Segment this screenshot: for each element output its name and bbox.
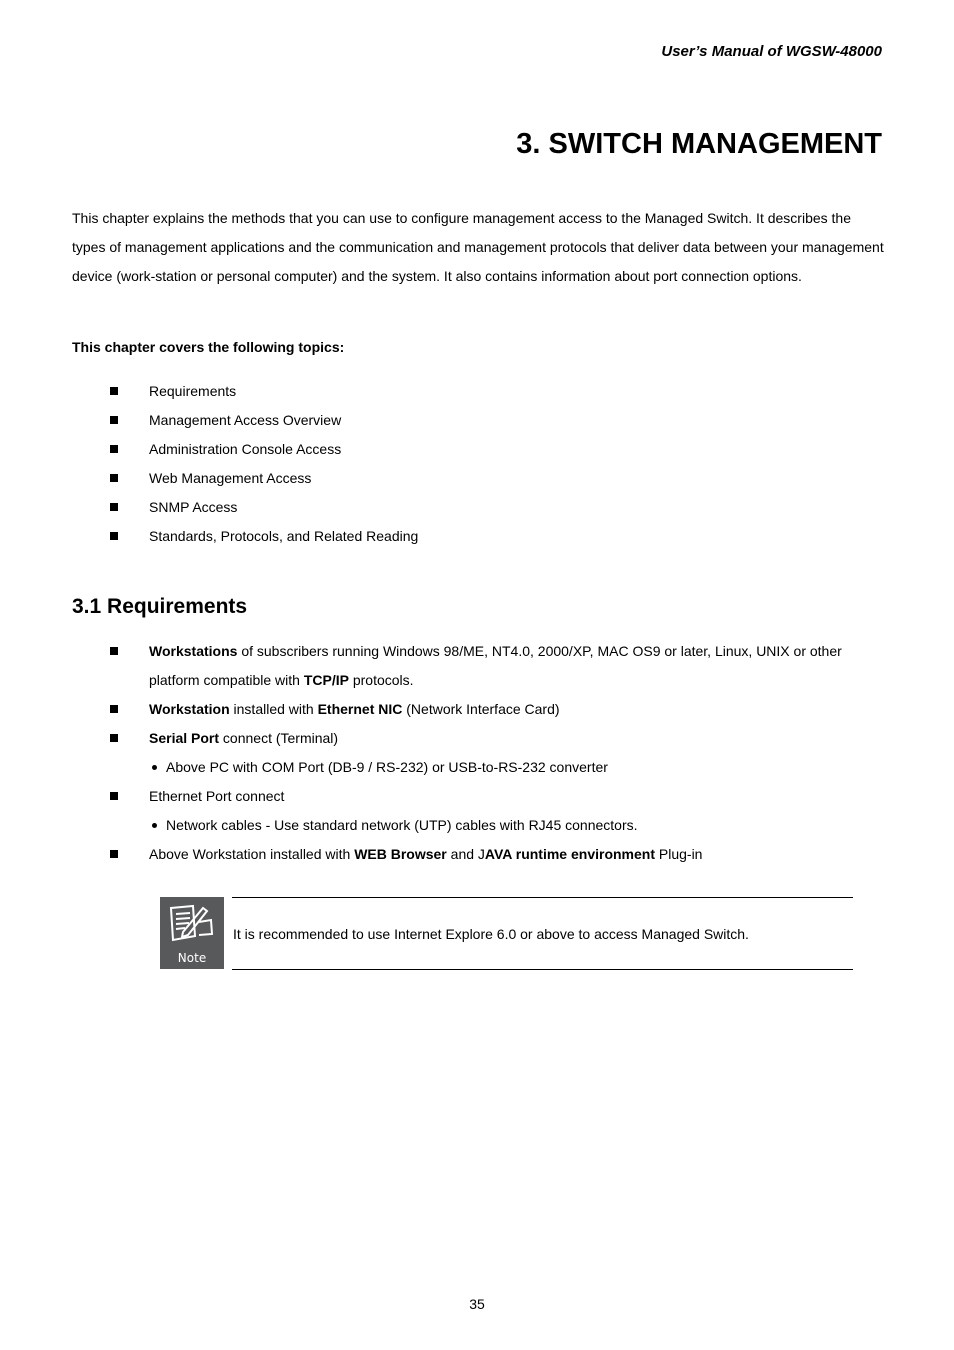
list-item: SNMP Access [110, 493, 880, 522]
topic-label: Web Management Access [149, 470, 312, 486]
square-bullet-icon [110, 416, 118, 424]
text: connect (Terminal) [219, 730, 339, 746]
text: Above Workstation installed with [149, 846, 355, 862]
text: installed with [229, 701, 318, 717]
divider [232, 969, 853, 970]
list-item: Workstations of subscribers running Wind… [110, 637, 880, 695]
running-header: User’s Manual of WGSW-48000 [661, 43, 882, 60]
list-item: Management Access Overview [110, 406, 880, 435]
notepad-pen-icon [169, 904, 214, 942]
topic-label: Standards, Protocols, and Related Readin… [149, 528, 419, 544]
text: Plug-in [655, 846, 703, 862]
list-item: Standards, Protocols, and Related Readin… [110, 522, 880, 551]
bullet-dot-icon [152, 765, 157, 770]
list-item: Serial Port connect (Terminal) Above PC … [110, 724, 880, 782]
bullet-dot-icon [152, 823, 157, 828]
sub-list-item: Network cables - Use standard network (U… [149, 811, 880, 840]
bold-term: Workstation [149, 701, 230, 717]
square-bullet-icon [110, 532, 118, 540]
square-bullet-icon [110, 850, 118, 858]
square-bullet-icon [110, 474, 118, 482]
text: Ethernet Port connect [149, 788, 285, 804]
list-item: Administration Console Access [110, 435, 880, 464]
topic-label: Administration Console Access [149, 441, 342, 457]
text: protocols. [348, 672, 414, 688]
topic-label: Management Access Overview [149, 412, 342, 428]
square-bullet-icon [110, 792, 118, 800]
bold-term: TCP/IP [303, 672, 349, 688]
section-title: 3.1 Requirements [72, 595, 248, 618]
text: and J [446, 846, 485, 862]
bold-term: Workstations [149, 643, 238, 659]
list-item: Above Workstation installed with WEB Bro… [110, 840, 880, 869]
square-bullet-icon [110, 734, 118, 742]
note-label: Note [177, 951, 207, 965]
text: Network cables - Use standard network (U… [166, 817, 638, 833]
note-box: Note It is recommended to use Internet E… [160, 897, 853, 970]
square-bullet-icon [110, 705, 118, 713]
note-icon: Note [160, 897, 224, 969]
list-item: Requirements [110, 377, 880, 406]
text: Above PC with COM Port (DB-9 / RS-232) o… [166, 759, 608, 775]
sub-list: Network cables - Use standard network (U… [149, 811, 880, 840]
note-text: It is recommended to use Internet Explor… [233, 926, 749, 942]
list-item: Workstation installed with Ethernet NIC … [110, 695, 880, 724]
chapter-intro: This chapter explains the methods that y… [72, 210, 884, 284]
list-item: Ethernet Port connect Network cables - U… [110, 782, 880, 840]
topics-list: Requirements Management Access Overview … [110, 377, 880, 551]
topic-label: SNMP Access [149, 499, 238, 515]
list-item: Web Management Access [110, 464, 880, 493]
sub-list: Above PC with COM Port (DB-9 / RS-232) o… [149, 753, 880, 782]
square-bullet-icon [110, 387, 118, 395]
square-bullet-icon [110, 445, 118, 453]
text: of subscribers running Windows 98/ME, NT… [149, 643, 842, 688]
bold-term: Ethernet NIC [317, 701, 403, 717]
square-bullet-icon [110, 647, 118, 655]
page-number: 35 [469, 1296, 485, 1312]
topics-heading: This chapter covers the following topics… [72, 339, 345, 355]
sub-list-item: Above PC with COM Port (DB-9 / RS-232) o… [149, 753, 880, 782]
divider [232, 897, 853, 898]
bold-term: AVA runtime environment [484, 846, 655, 862]
topic-label: Requirements [149, 383, 237, 399]
square-bullet-icon [110, 503, 118, 511]
bold-term: WEB Browser [354, 846, 447, 862]
chapter-title: 3. SWITCH MANAGEMENT [516, 128, 882, 160]
text: (Network Interface Card) [402, 701, 560, 717]
bold-term: Serial Port [149, 730, 220, 746]
requirements-list: Workstations of subscribers running Wind… [110, 637, 880, 869]
